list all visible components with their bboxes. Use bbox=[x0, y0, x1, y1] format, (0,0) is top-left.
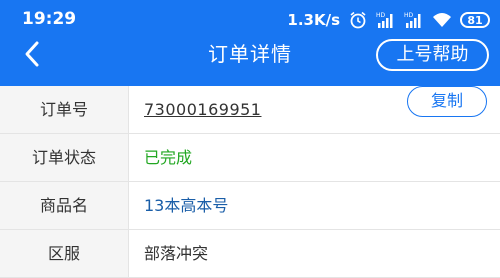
hd-signal-icon: HD bbox=[376, 11, 396, 29]
battery-icon: 81 bbox=[460, 12, 490, 28]
wifi-icon bbox=[432, 11, 452, 29]
svg-text:HD: HD bbox=[376, 12, 386, 19]
battery-level: 81 bbox=[467, 13, 483, 27]
top-header: 19:29 1.3K/s HD HD 81 订单详情 上号帮助 bbox=[0, 0, 500, 86]
product-name-label: 商品名 bbox=[0, 182, 129, 229]
network-speed: 1.3K/s bbox=[287, 11, 340, 29]
alarm-icon bbox=[348, 11, 368, 29]
order-details-table: 订单号 73000169951 复制 订单状态 已完成 商品名 13本高本号 区… bbox=[0, 86, 500, 278]
server-value: 部落冲突 bbox=[144, 244, 209, 263]
order-status-row: 订单状态 已完成 bbox=[0, 134, 500, 182]
order-status-label: 订单状态 bbox=[0, 134, 129, 181]
login-help-button[interactable]: 上号帮助 bbox=[376, 39, 489, 71]
server-label: 区服 bbox=[0, 230, 129, 277]
product-name-row: 商品名 13本高本号 bbox=[0, 182, 500, 230]
status-icons: 1.3K/s HD HD 81 bbox=[287, 9, 490, 31]
hd-signal-icon: HD bbox=[404, 11, 424, 29]
order-status-value: 已完成 bbox=[144, 148, 193, 167]
product-name-value[interactable]: 13本高本号 bbox=[144, 182, 228, 229]
order-number-row: 订单号 73000169951 复制 bbox=[0, 86, 500, 134]
status-time: 19:29 bbox=[22, 9, 77, 29]
svg-text:HD: HD bbox=[404, 12, 414, 19]
server-row: 区服 部落冲突 bbox=[0, 230, 500, 278]
order-number-label: 订单号 bbox=[0, 86, 129, 133]
copy-button[interactable]: 复制 bbox=[407, 86, 487, 117]
order-number-value: 73000169951 bbox=[144, 100, 262, 119]
